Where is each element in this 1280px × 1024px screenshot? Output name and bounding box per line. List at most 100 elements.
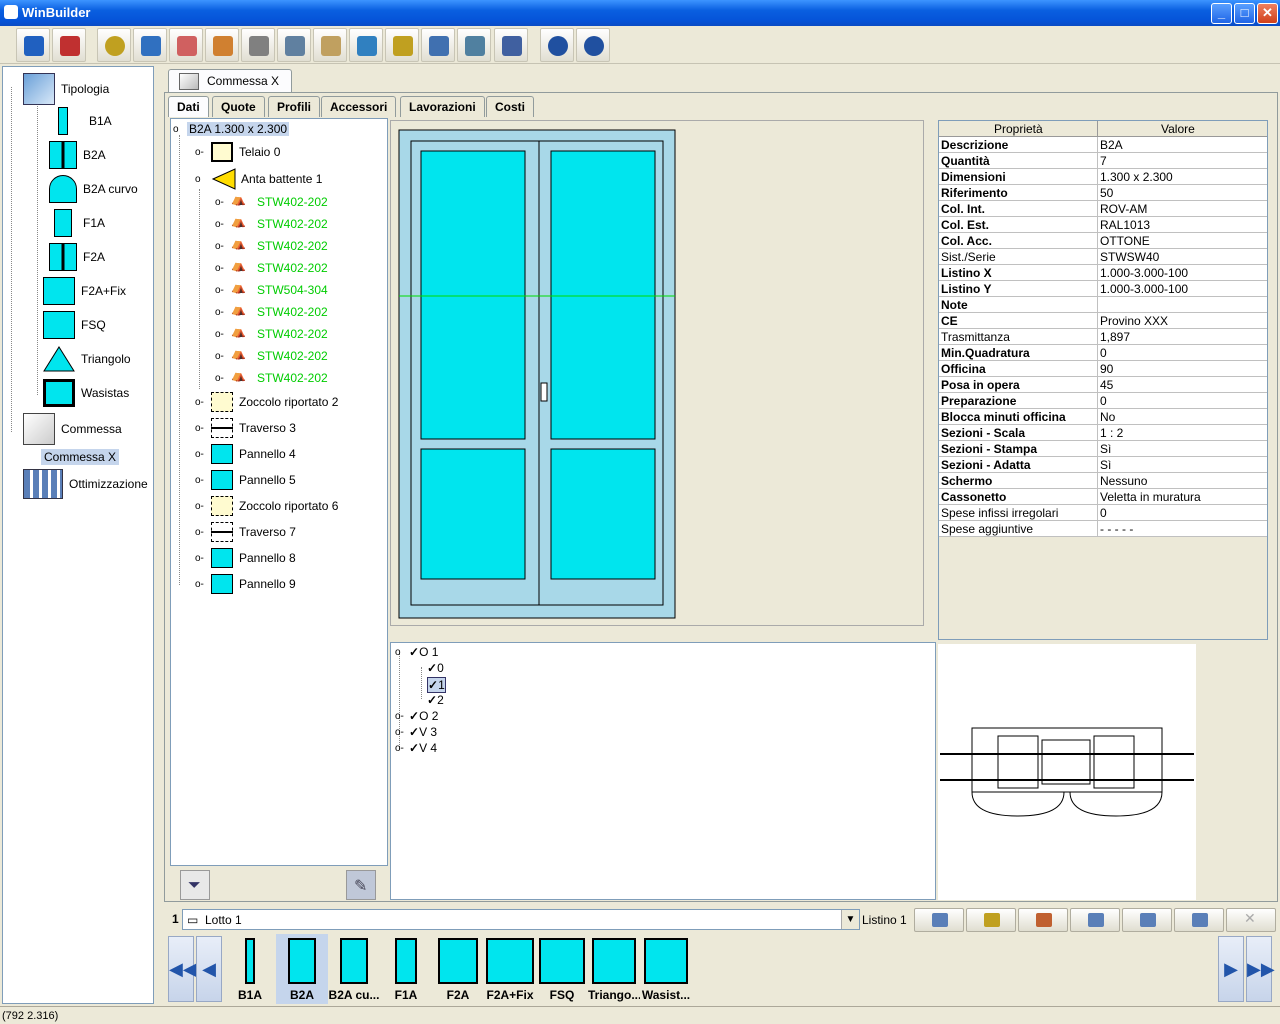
- tab-costi[interactable]: Costi: [486, 96, 534, 117]
- property-row[interactable]: Note: [939, 297, 1267, 313]
- delete-button[interactable]: [241, 28, 275, 62]
- lotto-select[interactable]: ▭ Lotto 1 ▼: [182, 909, 860, 930]
- property-row[interactable]: Sezioni - Adatta Sì: [939, 457, 1267, 473]
- tree-node-zoccolo-6[interactable]: o- Zoccolo riportato 6: [195, 496, 338, 516]
- settings-button[interactable]: [97, 28, 131, 62]
- gallery-item[interactable]: F2A+Fix: [484, 934, 536, 1004]
- property-value[interactable]: Sì: [1100, 442, 1111, 456]
- tree-node-traverso-3[interactable]: o- Traverso 3: [195, 418, 296, 438]
- sash-node-v4[interactable]: o- ✓ V 4: [395, 741, 437, 755]
- property-value[interactable]: Provino XXX: [1100, 314, 1168, 328]
- chevron-down-icon[interactable]: ▼: [841, 910, 859, 929]
- property-row[interactable]: Posa in opera 45: [939, 377, 1267, 393]
- tree-node-triangolo[interactable]: Triangolo: [43, 345, 131, 373]
- property-row[interactable]: Listino X 1.000-3.000-100: [939, 265, 1267, 281]
- sash-node-1[interactable]: ✓ 1: [427, 677, 446, 693]
- sash-node-v3[interactable]: o- ✓ V 3: [395, 725, 437, 739]
- property-row[interactable]: Col. Est. RAL1013: [939, 217, 1267, 233]
- sash-node-2[interactable]: ✓ 2: [427, 693, 444, 707]
- gallery-item[interactable]: Wasist...: [640, 934, 692, 1004]
- property-value[interactable]: STWSW40: [1100, 250, 1159, 264]
- property-row[interactable]: Sezioni - Scala 1 : 2: [939, 425, 1267, 441]
- property-row[interactable]: Cassonetto Veletta in muratura: [939, 489, 1267, 505]
- tree-node-profile[interactable]: o- ⛺ STW402-202: [215, 346, 328, 366]
- chart-button[interactable]: [205, 28, 239, 62]
- lotto-action-6[interactable]: [1174, 908, 1224, 932]
- tree-node-f2a[interactable]: F2A: [49, 243, 105, 271]
- window-profile-button[interactable]: [349, 28, 383, 62]
- tree-node-b2a[interactable]: B2A: [49, 141, 106, 169]
- maximize-button[interactable]: □: [1234, 3, 1255, 24]
- nav-prev-button[interactable]: ◀: [196, 936, 222, 1002]
- property-row[interactable]: Sezioni - Stampa Sì: [939, 441, 1267, 457]
- property-row[interactable]: Dimensioni 1.300 x 2.300: [939, 169, 1267, 185]
- tree-node-zoccolo-2[interactable]: o- Zoccolo riportato 2: [195, 392, 338, 412]
- tree-node-profile[interactable]: o- ⛺ STW402-202: [215, 368, 328, 388]
- property-value[interactable]: RAL1013: [1100, 218, 1150, 232]
- tab-lavorazioni[interactable]: Lavorazioni: [400, 96, 485, 117]
- property-value[interactable]: Sì: [1100, 458, 1111, 472]
- lotto-action-1[interactable]: [914, 908, 964, 932]
- key-button[interactable]: [385, 28, 419, 62]
- property-row[interactable]: Sist./Serie STWSW40: [939, 249, 1267, 265]
- tree-node-f1a[interactable]: F1A: [49, 209, 105, 237]
- tree-node-profile[interactable]: o- ⛺ STW402-202: [215, 258, 328, 278]
- gallery-item[interactable]: F1A: [380, 934, 432, 1004]
- property-row[interactable]: Min.Quadratura 0: [939, 345, 1267, 361]
- window-drawing[interactable]: [390, 120, 924, 626]
- property-value[interactable]: OTTONE: [1100, 234, 1150, 248]
- tree-node-telaio[interactable]: o- Telaio 0: [195, 142, 280, 162]
- sash-node-o1[interactable]: o ✓ O 1: [395, 645, 438, 659]
- property-value[interactable]: - - - - -: [1100, 522, 1133, 536]
- tree-node-profile[interactable]: o- ⛺ STW402-202: [215, 302, 328, 322]
- property-value[interactable]: Veletta in muratura: [1100, 490, 1201, 504]
- zoom-out-button[interactable]: [576, 28, 610, 62]
- tree-node-profile[interactable]: o- ⛺ STW402-202: [215, 192, 328, 212]
- screw-button[interactable]: ✎: [346, 870, 376, 900]
- property-row[interactable]: Officina 90: [939, 361, 1267, 377]
- tree-node-pannello-5[interactable]: o- Pannello 5: [195, 470, 296, 490]
- tree-node-b1a[interactable]: B1A: [49, 107, 112, 135]
- property-value[interactable]: 0: [1100, 346, 1107, 360]
- property-value[interactable]: Nessuno: [1100, 474, 1147, 488]
- tree-node-ottimizzazione[interactable]: Ottimizzazione: [23, 469, 148, 499]
- wb-logo-button[interactable]: [16, 28, 50, 62]
- property-value[interactable]: 7: [1100, 154, 1107, 168]
- gallery-item[interactable]: B2A cu...: [328, 934, 380, 1004]
- tree-root-b2a[interactable]: o B2A 1.300 x 2.300: [173, 122, 290, 136]
- gallery-item[interactable]: Triango...: [588, 934, 640, 1004]
- gallery-item[interactable]: B1A: [224, 934, 276, 1004]
- property-row[interactable]: Trasmittanza 1,897: [939, 329, 1267, 345]
- tree-node-pannello-4[interactable]: o- Pannello 4: [195, 444, 296, 464]
- property-row[interactable]: Listino Y 1.000-3.000-100: [939, 281, 1267, 297]
- close-button[interactable]: ✕: [1257, 3, 1278, 24]
- property-value[interactable]: No: [1100, 410, 1115, 424]
- tab-dati[interactable]: Dati: [168, 96, 209, 117]
- tree-node-anta[interactable]: o Anta battente 1: [195, 168, 322, 190]
- property-value[interactable]: 1,897: [1100, 330, 1130, 344]
- minimize-button[interactable]: _: [1211, 3, 1232, 24]
- gallery-item[interactable]: FSQ: [536, 934, 588, 1004]
- lotto-delete-button[interactable]: ✕: [1226, 908, 1276, 932]
- property-value[interactable]: 1.000-3.000-100: [1100, 282, 1188, 296]
- property-row[interactable]: Col. Int. ROV-AM: [939, 201, 1267, 217]
- print-button[interactable]: [277, 28, 311, 62]
- tree-node-pannello-8[interactable]: o- Pannello 8: [195, 548, 296, 568]
- tree-node-profile[interactable]: o- ⛺ STW402-202: [215, 324, 328, 344]
- tree-node-profile[interactable]: o- ⛺ STW402-202: [215, 236, 328, 256]
- lotto-action-3[interactable]: [1018, 908, 1068, 932]
- tree-node-f2a-fix[interactable]: F2A+Fix: [43, 277, 126, 305]
- tree-node-traverso-7[interactable]: o- Traverso 7: [195, 522, 296, 542]
- property-row[interactable]: CE Provino XXX: [939, 313, 1267, 329]
- sash-node-0[interactable]: ✓ 0: [427, 661, 444, 675]
- tab-profili[interactable]: Profili: [268, 96, 321, 117]
- properties-table[interactable]: Proprietà Valore Descrizione B2A Quantità 7…: [938, 120, 1268, 640]
- property-value[interactable]: 1.300 x 2.300: [1100, 170, 1173, 184]
- property-row[interactable]: Blocca minuti officina No: [939, 409, 1267, 425]
- tab-quote[interactable]: Quote: [212, 96, 265, 117]
- clipboard-button[interactable]: [313, 28, 347, 62]
- property-row[interactable]: Schermo Nessuno: [939, 473, 1267, 489]
- tree-node-pannello-9[interactable]: o- Pannello 9: [195, 574, 296, 594]
- tree-node-tipologia[interactable]: Tipologia: [23, 73, 109, 105]
- tree-node-profile[interactable]: o- ⛺ STW402-202: [215, 214, 328, 234]
